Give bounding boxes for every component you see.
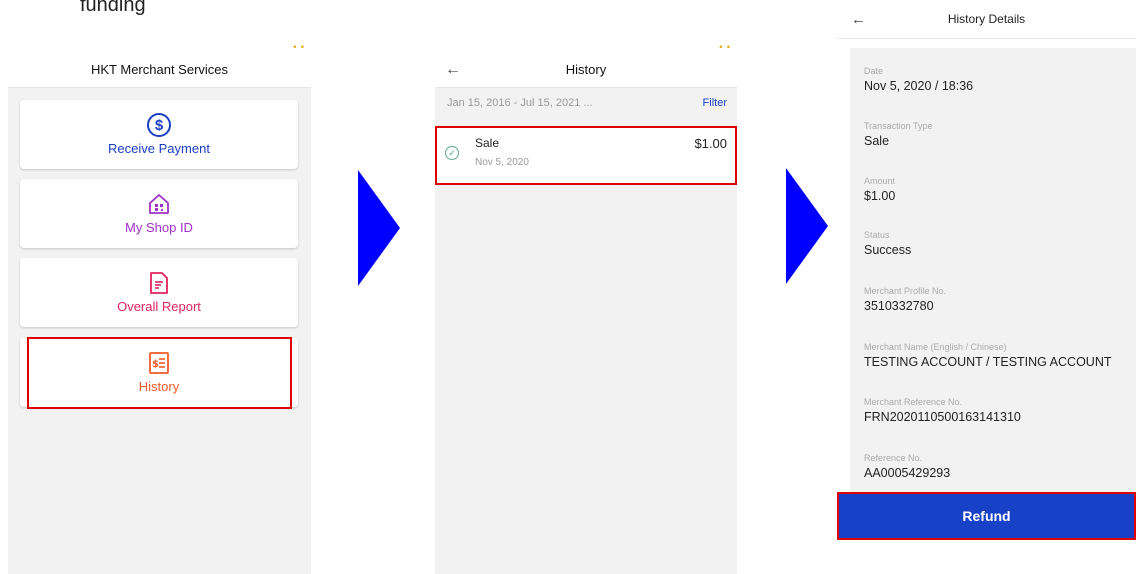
page-title: History [565, 62, 607, 77]
field-label: Amount [864, 176, 896, 186]
history-highlight-box [27, 337, 292, 409]
top-bar: ← History [435, 40, 737, 88]
field-label: Status [864, 230, 890, 240]
field-value: Nov 5, 2020 / 18:36 [864, 79, 974, 93]
dollar-circle-icon: $ [147, 113, 171, 137]
field-label: Merchant Reference No. [864, 397, 963, 407]
back-arrow-icon[interactable]: ← [445, 61, 461, 78]
transaction-highlight-box [435, 126, 737, 185]
filter-button[interactable]: Filter [703, 97, 727, 109]
main-menu-screen: HKT Merchant Services • • $ Receive Paym… [8, 40, 311, 574]
field-label: Merchant Name (English / Chinese) [864, 342, 1007, 352]
date-range-text[interactable]: Jan 15, 2016 - Jul 15, 2021 ... [447, 97, 593, 109]
detail-field: Status Success [864, 230, 911, 257]
report-document-icon [150, 272, 168, 294]
shop-qr-icon [149, 194, 169, 214]
field-value: FRN2020110500163141310 [864, 410, 1021, 424]
field-value: TESTING ACCOUNT / TESTING ACCOUNT [864, 355, 1112, 369]
date-range-bar: Jan 15, 2016 - Jul 15, 2021 ... Filter [435, 88, 737, 118]
detail-field: Date Nov 5, 2020 / 18:36 [864, 66, 973, 93]
status-indicator-icon: • • [719, 42, 731, 52]
field-label: Merchant Profile No. [864, 286, 947, 296]
detail-field: Reference No. AA0005429293 [864, 453, 950, 480]
top-bar: HKT Merchant Services [8, 40, 311, 88]
field-label: Transaction Type [864, 121, 933, 131]
field-value: 3510332780 [864, 299, 934, 313]
field-value: AA0005429293 [864, 466, 951, 480]
refund-highlight-box [837, 492, 1136, 540]
receive-payment-button[interactable]: $ Receive Payment [20, 100, 298, 169]
status-indicator-icon: • • [293, 42, 305, 52]
card-label: My Shop ID [125, 220, 193, 235]
detail-field: Amount $1.00 [864, 176, 895, 203]
field-value: $1.00 [864, 189, 896, 203]
field-value: Sale [864, 134, 890, 148]
field-label: Date [864, 66, 884, 76]
card-label: Overall Report [117, 299, 201, 314]
detail-field: Transaction Type Sale [864, 121, 933, 148]
detail-field: Merchant Profile No. 3510332780 [864, 286, 946, 313]
details-panel: Date Nov 5, 2020 / 18:36 Transaction Typ… [850, 48, 1136, 492]
card-label: Receive Payment [108, 141, 210, 156]
detail-field: Merchant Reference No. FRN20201105001631… [864, 397, 1021, 424]
field-value: Success [864, 243, 912, 257]
top-bar: ← History Details [837, 0, 1136, 39]
flow-arrow [786, 168, 828, 284]
my-shop-id-button[interactable]: My Shop ID [20, 179, 298, 248]
detail-field: Merchant Name (English / Chinese) TESTIN… [864, 342, 1111, 369]
page-title: HKT Merchant Services [90, 62, 229, 77]
history-screen: ← History • • Jan 15, 2016 - Jul 15, 202… [435, 40, 737, 574]
caption-text: funding [80, 0, 146, 16]
flow-arrow [358, 170, 400, 286]
overall-report-button[interactable]: Overall Report [20, 258, 298, 327]
page-title: History Details [947, 12, 1026, 26]
history-details-screen: ← History Details Date Nov 5, 2020 / 18:… [837, 0, 1136, 574]
field-label: Reference No. [864, 453, 923, 463]
back-arrow-icon[interactable]: ← [851, 11, 866, 28]
